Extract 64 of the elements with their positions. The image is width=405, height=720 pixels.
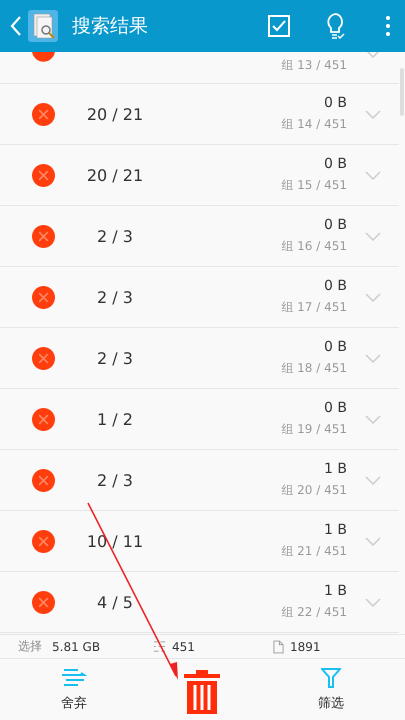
file-count: 20 / 21	[86, 104, 144, 124]
remove-icon[interactable]	[32, 468, 55, 492]
group-size: 0 B	[324, 278, 347, 294]
file-count: 1 / 2	[96, 410, 134, 428]
groups-icon	[153, 640, 166, 653]
group-size: 0 B	[324, 400, 347, 416]
selected-size: 5.81 GB	[52, 640, 100, 654]
select-all-icon[interactable]	[267, 14, 291, 38]
file-icon	[273, 640, 284, 654]
group-row[interactable]: 2 / 3 1 B 组 20 / 451	[0, 450, 399, 511]
group-size: 0 B	[324, 95, 347, 111]
group-row[interactable]: 2 / 3 0 B 组 18 / 451	[0, 328, 399, 389]
group-index: 组 21 / 451	[281, 543, 347, 560]
group-index: 组 15 / 451	[281, 177, 347, 194]
file-count: 2 / 3	[96, 470, 134, 490]
group-row[interactable]: 20 / 21 0 B 组 14 / 451	[0, 84, 399, 145]
group-size: 1 B	[324, 461, 347, 477]
lines-icon	[60, 668, 87, 688]
remove-icon[interactable]	[32, 346, 55, 370]
group-size: 0 B	[324, 217, 347, 233]
selected-label: 选择	[18, 638, 42, 655]
group-size: 0 B	[324, 156, 347, 172]
file-count: 10 / 11	[86, 532, 144, 550]
group-index: 组 19 / 451	[281, 421, 347, 438]
more-options-icon[interactable]	[385, 14, 391, 38]
remove-icon[interactable]	[32, 590, 55, 614]
file-count-total: 1891	[290, 640, 321, 654]
remove-icon[interactable]	[32, 530, 55, 552]
group-index: 组 14 / 451	[281, 116, 347, 133]
remove-icon[interactable]	[32, 408, 55, 430]
file-count: 2 / 3	[96, 288, 134, 306]
group-size: 1 B	[324, 522, 347, 538]
group-row[interactable]: 4 / 5 1 B 组 22 / 451	[0, 572, 399, 633]
back-icon[interactable]	[10, 15, 22, 37]
group-count: 451	[172, 640, 195, 654]
group-row[interactable]: 2 / 3 0 B 组 16 / 451	[0, 206, 399, 267]
file-count: 2 / 3	[96, 348, 134, 368]
group-index: 组 22 / 451	[281, 604, 347, 621]
remove-icon[interactable]	[32, 224, 55, 248]
group-row[interactable]: 2 / 3 0 B 组 17 / 451	[0, 267, 399, 328]
app-logo-icon	[28, 10, 58, 42]
group-size: 0 B	[324, 339, 347, 355]
remove-icon[interactable]	[32, 164, 55, 186]
group-index: 组 18 / 451	[281, 360, 347, 377]
group-index: 组 20 / 451	[281, 482, 347, 499]
filter-button[interactable]: 筛选	[310, 666, 352, 714]
file-count: 20 / 21	[86, 166, 144, 184]
remove-icon[interactable]	[32, 286, 55, 308]
funnel-icon	[321, 668, 342, 688]
group-index: 组 16 / 451	[281, 238, 347, 255]
lightbulb-icon[interactable]	[325, 12, 347, 40]
screen-title: 搜索结果	[72, 14, 148, 39]
file-count: 2 / 3	[96, 226, 134, 246]
discard-button[interactable]: 舍弃	[52, 666, 95, 714]
group-index: 组 13 / 451	[281, 57, 347, 74]
group-row[interactable]: 10 / 11 1 B 组 21 / 451	[0, 511, 399, 572]
file-count: 4 / 5	[96, 592, 134, 612]
trash-icon	[184, 670, 220, 716]
group-size: 1 B	[324, 583, 347, 599]
remove-icon[interactable]	[32, 102, 55, 126]
group-row[interactable]: 20 / 21 0 B 组 15 / 451	[0, 145, 399, 206]
group-row[interactable]: 1 / 2 0 B 组 19 / 451	[0, 389, 399, 450]
remove-icon[interactable]	[32, 52, 55, 62]
group-index: 组 17 / 451	[281, 299, 347, 316]
